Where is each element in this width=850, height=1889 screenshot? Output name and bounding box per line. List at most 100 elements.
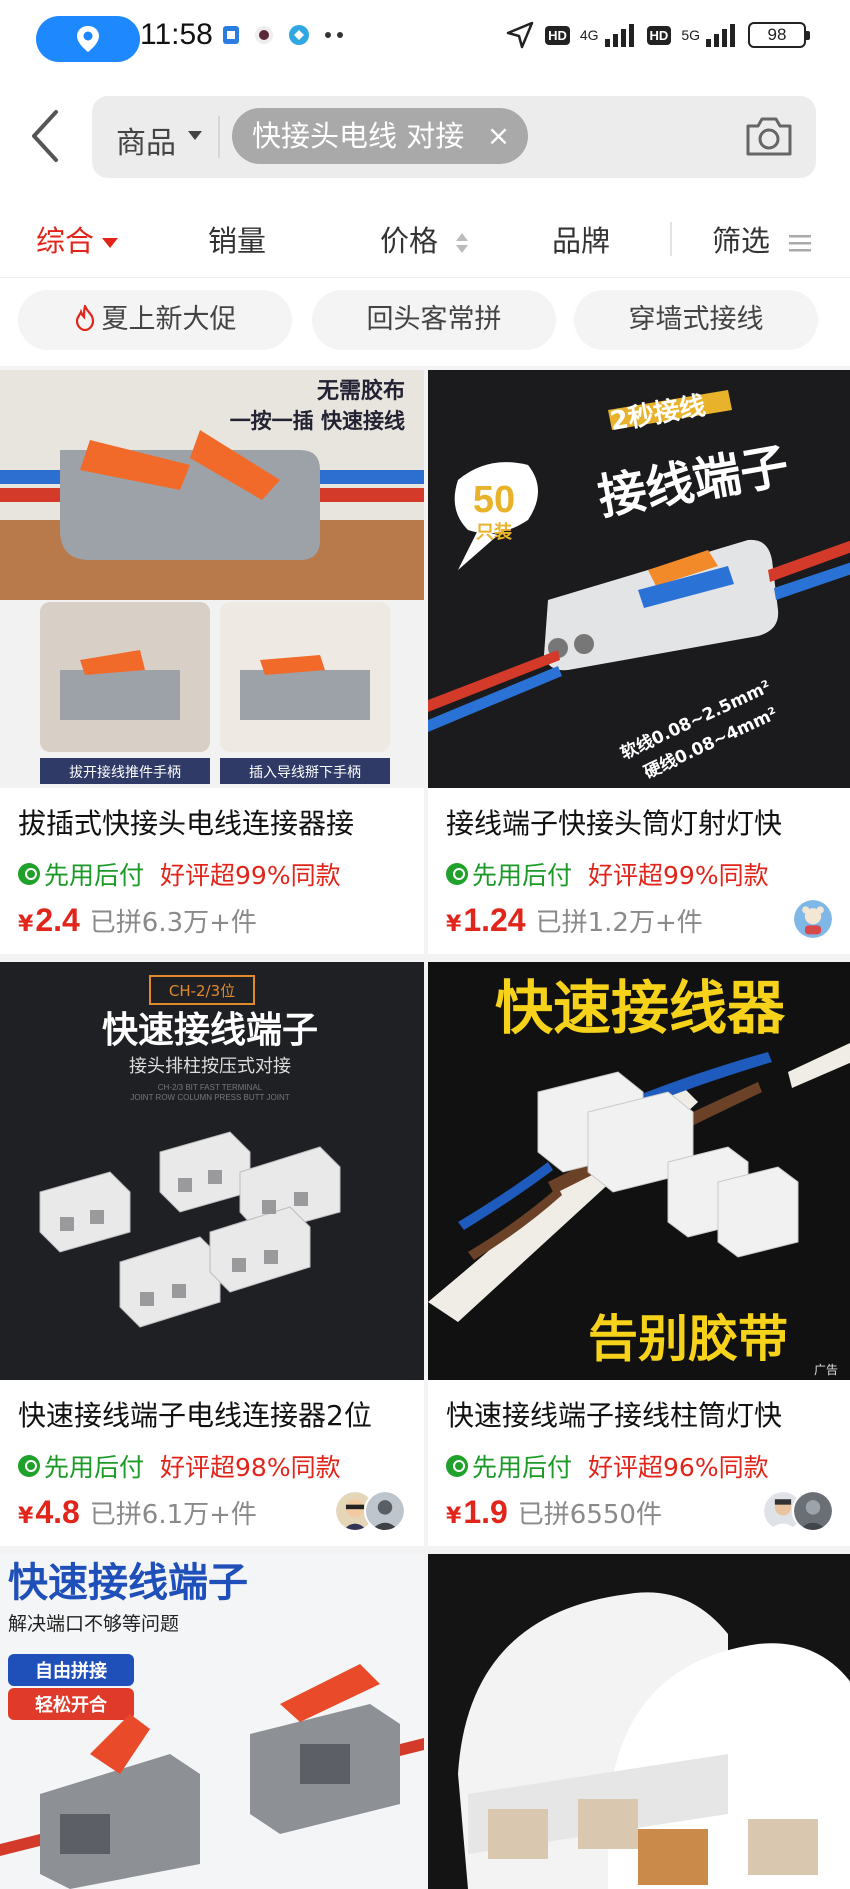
product-card[interactable]: 2秒接线 接线端子 50 只装 软线0.08~2.5mm² 硬线0.08~4mm: [428, 370, 850, 954]
product-title[interactable]: 拔插式快接头电线连接器接: [18, 802, 414, 842]
location-pin-icon: [77, 26, 99, 52]
buyer-avatars: [762, 1490, 834, 1532]
pay-later-icon: [18, 1455, 40, 1477]
product-image[interactable]: 快速接线端子 解决端口不够等问题 自由拼接 轻松开合: [0, 1554, 424, 1889]
product-image-headline: 快速接线端子: [102, 1010, 318, 1051]
back-arrow-icon[interactable]: [26, 106, 66, 166]
quick-tag-summary-sale[interactable]: 夏上新大促: [18, 290, 292, 350]
taobao-search-results-page: 11:58 HD 4G HD 5G 98 商品 快接头电线 对接 × 综合 销量…: [0, 0, 850, 1889]
product-image-white-terminal-closeup: [428, 1554, 850, 1889]
currency-symbol: ¥: [446, 1504, 462, 1529]
product-card[interactable]: [428, 1554, 850, 1889]
more-dots-icon: [325, 32, 343, 38]
product-price: 1.9: [463, 1494, 508, 1530]
currency-symbol: ¥: [18, 912, 34, 937]
sort-bar: 综合 销量 价格 品牌 筛选: [0, 200, 850, 278]
product-badges: 先用后付 好评超96%同款: [446, 1448, 769, 1484]
quick-tag-label: 夏上新大促: [101, 304, 237, 335]
sort-tab-overall[interactable]: 综合: [36, 218, 119, 260]
product-image-gray-red-terminals: 快速接线端子 解决端口不够等问题 自由拼接 轻松开合: [0, 1554, 424, 1889]
product-card[interactable]: 快速接线端子 解决端口不够等问题 自由拼接 轻松开合: [0, 1554, 424, 1889]
app2-notification-icon: [289, 25, 309, 45]
quick-tag-label: 穿墙式接线: [628, 304, 764, 335]
product-image-caption-left: 拔开接线推件手柄: [69, 764, 181, 781]
product-image-tag: CH-2/3位: [169, 982, 235, 1000]
search-header: 商品 快接头电线 对接 ×: [0, 76, 850, 200]
pay-later-icon: [446, 863, 468, 885]
product-image[interactable]: 无需胶布 一按一插 快速接线 拔开接线推件手柄 插入导线掰下手柄: [0, 370, 424, 788]
sort-tab-label: 筛选: [712, 224, 771, 258]
quick-tag-wall-type[interactable]: 穿墙式接线: [574, 290, 818, 350]
product-image-white-terminals-dark: CH-2/3位 快速接线端子 接头排柱按压式对接 CH-2/3 BIT FAST…: [0, 962, 424, 1380]
ad-label: 广告: [814, 1363, 838, 1377]
product-image-quick-connector-ad: 快速接线器 告别胶带 广告: [428, 962, 850, 1380]
product-image-connector-gray-orange: 无需胶布 一按一插 快速接线 拔开接线推件手柄 插入导线掰下手柄: [0, 370, 424, 788]
product-card[interactable]: 无需胶布 一按一插 快速接线 拔开接线推件手柄 插入导线掰下手柄 拔插式快接头电…: [0, 370, 424, 954]
sort-divider: [670, 222, 672, 256]
search-query-chip[interactable]: 快接头电线 对接 ×: [232, 108, 529, 164]
camera-search-icon[interactable]: [744, 114, 794, 158]
price-row: ¥ 1.24 已拼1.2万+件: [446, 902, 703, 939]
price-row: ¥ 4.8 已拼6.1万+件: [18, 1494, 257, 1531]
sold-count: 已拼6550件: [517, 1500, 662, 1530]
product-image[interactable]: CH-2/3位 快速接线端子 接头排柱按压式对接 CH-2/3 BIT FAST…: [0, 962, 424, 1380]
sort-tab-filter[interactable]: 筛选: [712, 218, 812, 260]
product-price: 4.8: [35, 1494, 80, 1530]
product-image-badge-2: 轻松开合: [35, 1694, 108, 1716]
product-image[interactable]: 快速接线器 告别胶带 广告: [428, 962, 850, 1380]
hd-badge-2: HD: [646, 25, 672, 45]
product-title[interactable]: 快速接线端子接线柱筒灯快: [446, 1394, 842, 1434]
avatar: [364, 1490, 406, 1532]
location-indicator[interactable]: [36, 16, 140, 62]
product-image-sub: 接头排柱按压式对接: [129, 1056, 291, 1077]
sort-updown-icon: [456, 233, 469, 253]
product-image-badge-1: 自由拼接: [35, 1660, 107, 1682]
buyer-avatars: [792, 898, 834, 940]
pay-later-label: 先用后付: [472, 1453, 573, 1482]
sold-count: 已拼6.3万+件: [89, 908, 257, 938]
sold-count: 已拼6.1万+件: [89, 1500, 257, 1530]
status-bar: 11:58 HD 4G HD 5G 98: [0, 0, 850, 76]
product-image-bubble-unit: 只装: [476, 521, 512, 543]
sort-tab-sales[interactable]: 销量: [208, 218, 266, 260]
product-title[interactable]: 快速接线端子电线连接器2位: [18, 1394, 414, 1434]
price-row: ¥ 2.4 已拼6.3万+件: [18, 902, 257, 939]
review-label: 好评超96%同款: [588, 1453, 769, 1482]
review-label: 好评超99%同款: [588, 861, 769, 890]
pay-later-icon: [446, 1455, 468, 1477]
notification-icons: [222, 24, 346, 46]
pay-later-label: 先用后付: [44, 1453, 145, 1482]
price-row: ¥ 1.9 已拼6550件: [446, 1494, 662, 1531]
product-image-headline: 快速接线器: [495, 974, 786, 1042]
battery-indicator: 98: [748, 22, 810, 48]
sort-tab-price[interactable]: 价格: [380, 218, 469, 260]
product-title[interactable]: 接线端子快接头筒灯射灯快: [446, 802, 842, 842]
media-notification-icon: [255, 26, 273, 44]
product-image-sub: 解决端口不够等问题: [8, 1613, 179, 1635]
product-price: 1.24: [463, 902, 526, 938]
search-category-selector[interactable]: 商品: [116, 118, 176, 162]
product-image-tiny-1: CH-2/3 BIT FAST TERMINAL: [158, 1083, 263, 1092]
pay-later-label: 先用后付: [472, 861, 573, 890]
clear-query-icon[interactable]: ×: [487, 108, 510, 164]
product-badges: 先用后付 好评超99%同款: [446, 856, 769, 892]
sort-tab-brand[interactable]: 品牌: [552, 218, 610, 260]
quick-tag-repeat-buyers[interactable]: 回头客常拼: [312, 290, 556, 350]
product-image[interactable]: 2秒接线 接线端子 50 只装 软线0.08~2.5mm² 硬线0.08~4mm: [428, 370, 850, 788]
currency-symbol: ¥: [446, 912, 462, 937]
currency-symbol: ¥: [18, 1504, 34, 1529]
product-image[interactable]: [428, 1554, 850, 1889]
search-box[interactable]: 商品 快接头电线 对接 ×: [92, 96, 816, 178]
search-divider: [218, 116, 220, 158]
product-image-headline: 快速接线端子: [8, 1560, 248, 1606]
sort-tab-label: 品牌: [552, 224, 611, 258]
sort-tab-label: 综合: [36, 224, 95, 258]
clock: 11:58: [140, 18, 213, 51]
review-label: 好评超98%同款: [160, 1453, 341, 1482]
product-card[interactable]: CH-2/3位 快速接线端子 接头排柱按压式对接 CH-2/3 BIT FAST…: [0, 962, 424, 1546]
sort-tab-label: 销量: [208, 224, 267, 258]
product-image-tiny-2: JOINT ROW COLUMN PRESS BUTT JOINT: [130, 1093, 289, 1102]
search-query-text: 快接头电线 对接: [252, 119, 465, 153]
product-image-caption-right: 插入导线掰下手柄: [249, 765, 361, 781]
product-card[interactable]: 快速接线器 告别胶带 广告 快速接线端子接线柱筒灯快 先用后付 好评超96%同款…: [428, 962, 850, 1546]
